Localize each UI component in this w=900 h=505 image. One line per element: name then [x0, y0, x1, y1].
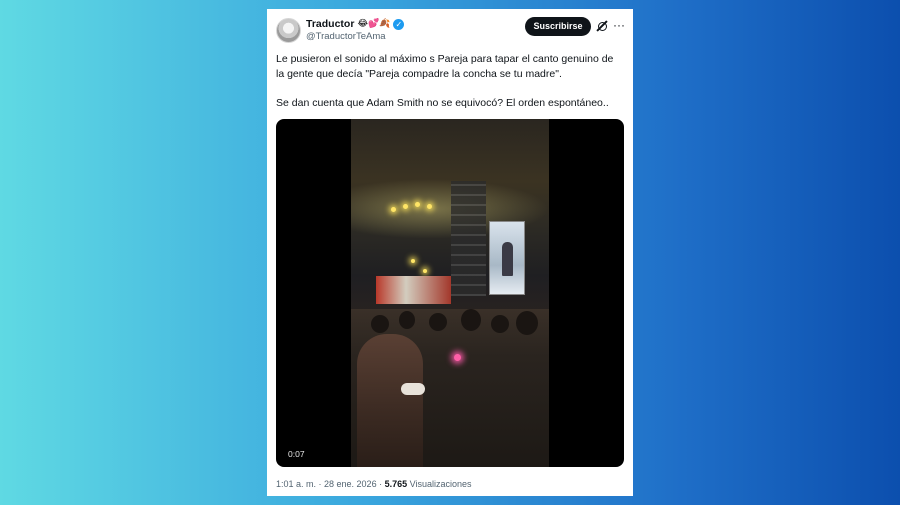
author-row: Traductor 😂💕🍂 ✓ [306, 18, 405, 30]
subscribe-button[interactable]: Suscribirse [525, 17, 591, 36]
stage-light [415, 202, 420, 207]
stage-light [391, 207, 396, 212]
crowd-head [399, 311, 415, 329]
crowd-head [516, 311, 538, 335]
stage-screen [489, 221, 525, 295]
more-options-icon[interactable]: ··· [613, 19, 625, 31]
stage-light [403, 204, 408, 209]
stage-light [411, 259, 415, 263]
stage-banner [376, 276, 451, 304]
author-handle[interactable]: @TraductorTeAma [306, 31, 386, 42]
phone-light [454, 354, 461, 361]
grok-icon[interactable] [598, 22, 607, 31]
crowd-head [371, 315, 389, 333]
tweet-paragraph-2: Se dan cuenta que Adam Smith no se equiv… [276, 97, 609, 109]
tweet-paragraph-1: Le pusieron el sonido al máximo s Pareja… [276, 53, 614, 80]
hair-scrunchie [401, 383, 425, 395]
performer-on-screen [502, 242, 513, 276]
crowd-head [429, 313, 447, 331]
views-count: 5.765 [384, 479, 408, 489]
tweet-card: Traductor 😂💕🍂 ✓ @TraductorTeAma Suscribi… [267, 9, 633, 496]
author-name[interactable]: Traductor [306, 18, 354, 30]
video-frame [351, 119, 549, 467]
stage-light [423, 269, 427, 273]
post-timestamp[interactable]: 1:01 a. m. · 28 ene. 2026 · [276, 479, 385, 489]
stage-light [427, 204, 432, 209]
crowd-head [461, 309, 481, 331]
video-timestamp: 0:07 [288, 449, 305, 459]
verified-badge-icon: ✓ [393, 18, 405, 30]
speaker-tower [451, 181, 486, 296]
views-label: Visualizaciones [407, 479, 472, 489]
avatar[interactable] [276, 18, 301, 43]
video-player[interactable]: 0:07 [276, 119, 624, 467]
tweet-meta: 1:01 a. m. · 28 ene. 2026 · 5.765 Visual… [276, 479, 471, 489]
author-emojis: 😂💕🍂 [357, 18, 391, 29]
tweet-text: Le pusieron el sonido al máximo s Pareja… [276, 52, 624, 111]
crowd-head [491, 315, 509, 333]
foreground-person [357, 334, 423, 467]
